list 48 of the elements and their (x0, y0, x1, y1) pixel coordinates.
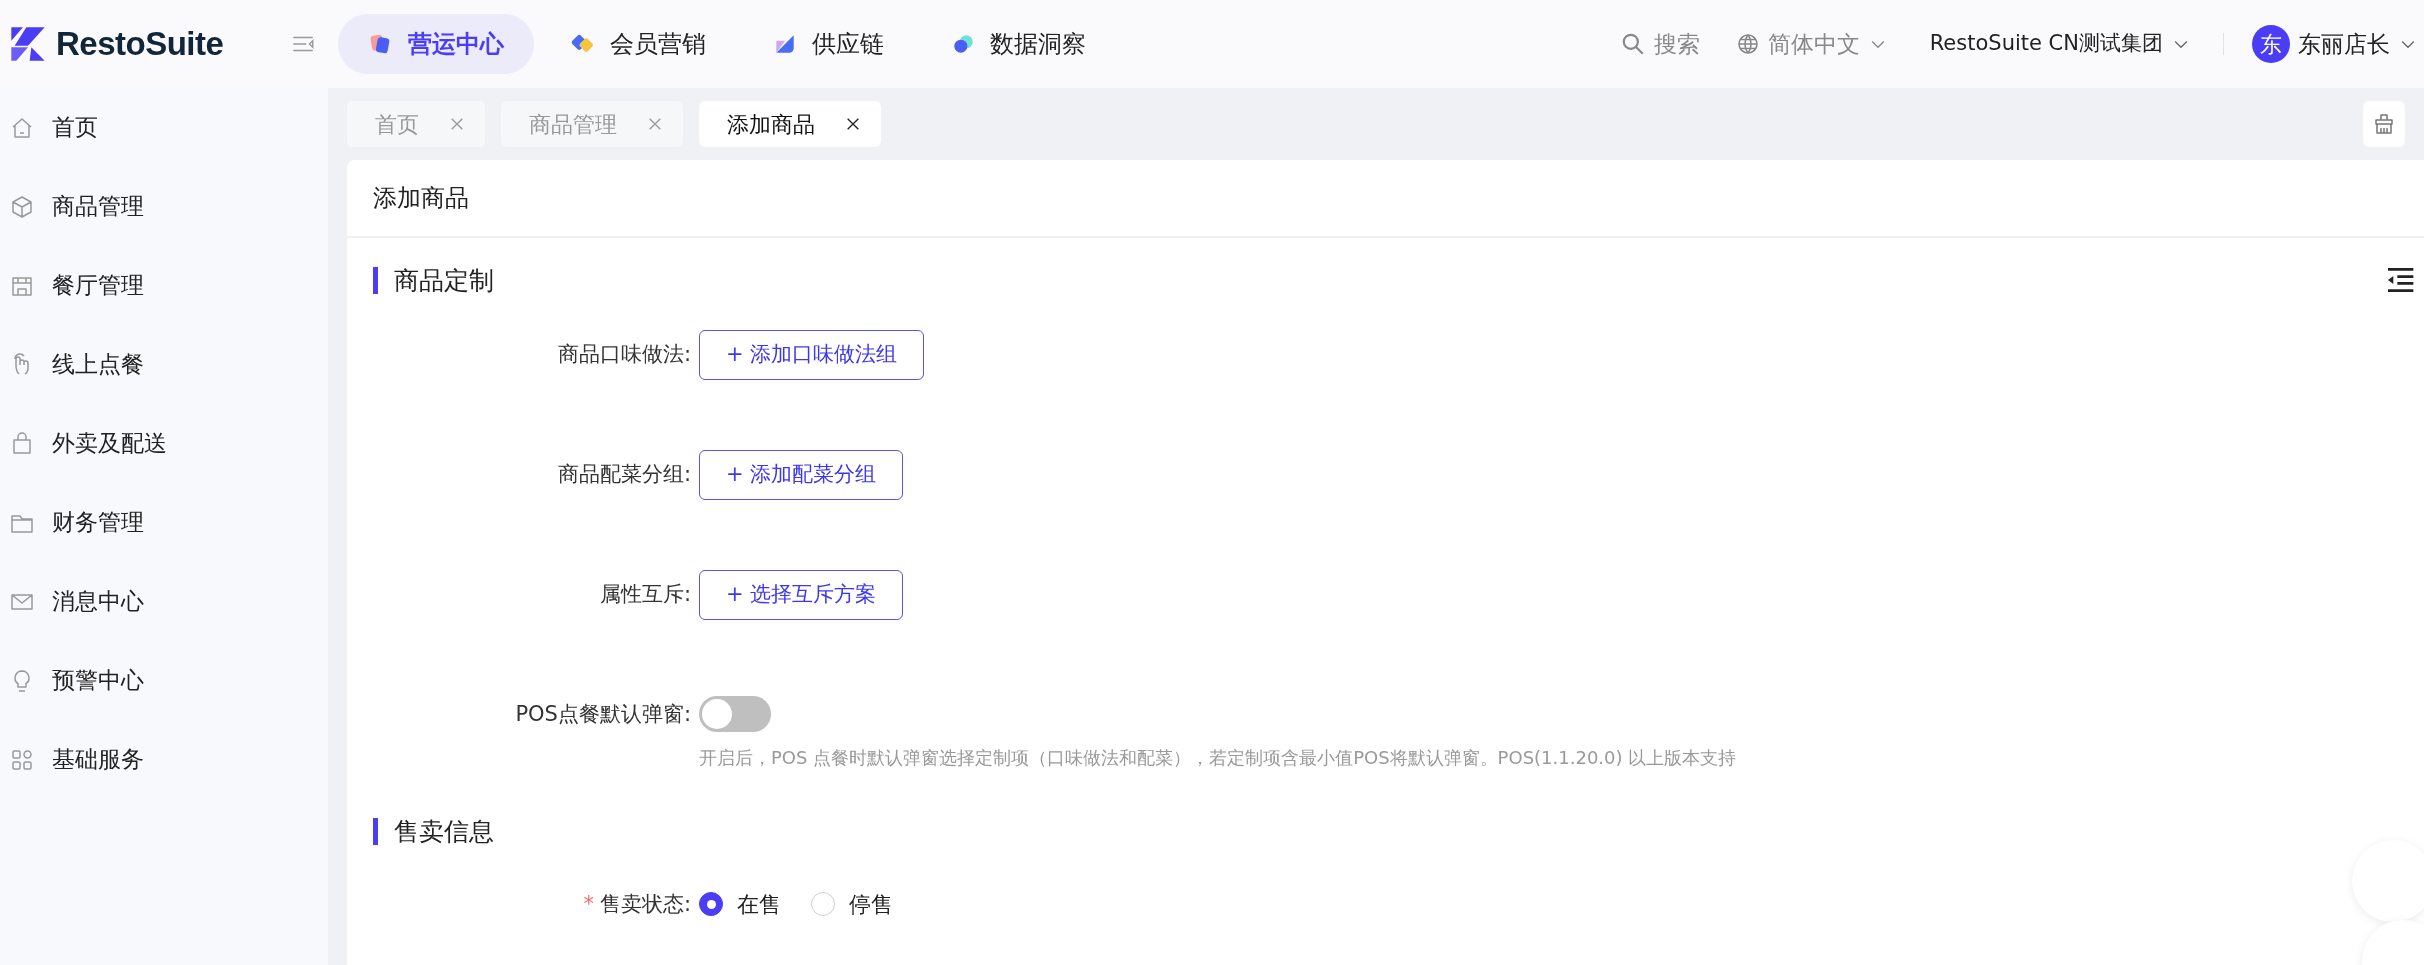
section-marker (373, 817, 378, 845)
page-title: 添加商品 (373, 183, 469, 214)
sidebar-item[interactable]: 预警中心 (0, 641, 328, 720)
field-label: 属性互斥: (598, 580, 692, 608)
globe-icon (1735, 32, 1760, 56)
add-button[interactable]: + 选择互斥方案 (699, 569, 904, 620)
shopping-bag-icon (10, 431, 34, 456)
nav-tab[interactable]: 供应链 (742, 14, 914, 74)
field-label: 商品口味做法: (556, 340, 692, 368)
sidebar-item[interactable]: 首页 (0, 88, 328, 167)
close-icon (845, 116, 861, 132)
nav-tab[interactable]: 营运中心 (338, 14, 534, 74)
user-menu[interactable]: 东 东丽店长 (2246, 24, 2424, 64)
logo-icon (8, 24, 48, 64)
field-label: 商品配菜分组: (556, 460, 692, 488)
sidebar-item[interactable]: 财务管理 (0, 483, 328, 562)
radio-option[interactable]: 停售 (811, 880, 893, 928)
brush-icon (2372, 112, 2396, 136)
page-tab[interactable]: 添加商品 (699, 101, 881, 147)
sidebar-item[interactable]: 线上点餐 (0, 325, 328, 404)
field-label: POS点餐默认弹窗: (514, 700, 692, 728)
organization-selector[interactable]: RestoSuite CN测试集团 (1923, 27, 2197, 61)
close-icon (647, 116, 663, 132)
field-label: * 售卖状态: (582, 891, 692, 918)
radio-button[interactable] (699, 892, 723, 916)
sidebar-item[interactable]: 餐厅管理 (0, 246, 328, 325)
sidebar-item[interactable]: 商品管理 (0, 167, 328, 246)
user-avatar: 东 (2252, 25, 2290, 63)
add-button[interactable]: + 添加口味做法组 (699, 329, 925, 380)
clear-button[interactable] (2363, 101, 2405, 147)
section-marker (373, 267, 378, 295)
hint-text: 开启后，POS 点餐时默认弹窗选择定制项（口味做法和配菜），若定制项含最小值POS将默认弹窗。POS(1.1.20.0) 以上版本支持 (699, 745, 1737, 770)
add-button[interactable]: + 添加配菜分组 (699, 449, 904, 500)
sidebar-item[interactable]: 消息中心 (0, 562, 328, 641)
sidebar-item[interactable]: 基础服务 (0, 720, 328, 799)
toggle-switch[interactable] (699, 695, 771, 732)
section-title: 商品定制 (394, 265, 494, 297)
nav-tab[interactable]: 会员营销 (540, 14, 736, 74)
nav-tab[interactable]: 数据洞察 (920, 14, 1116, 74)
radio-option[interactable]: 在售 (699, 880, 781, 928)
required-asterisk: * (583, 892, 594, 916)
house-icon (10, 115, 34, 140)
cube-icon (10, 194, 34, 219)
close-icon (449, 116, 465, 132)
section-title: 售卖信息 (394, 815, 494, 848)
grid-icon (10, 747, 34, 772)
sidebar-item[interactable]: 外卖及配送 (0, 404, 328, 483)
logo-text: RestoSuite (56, 24, 224, 65)
